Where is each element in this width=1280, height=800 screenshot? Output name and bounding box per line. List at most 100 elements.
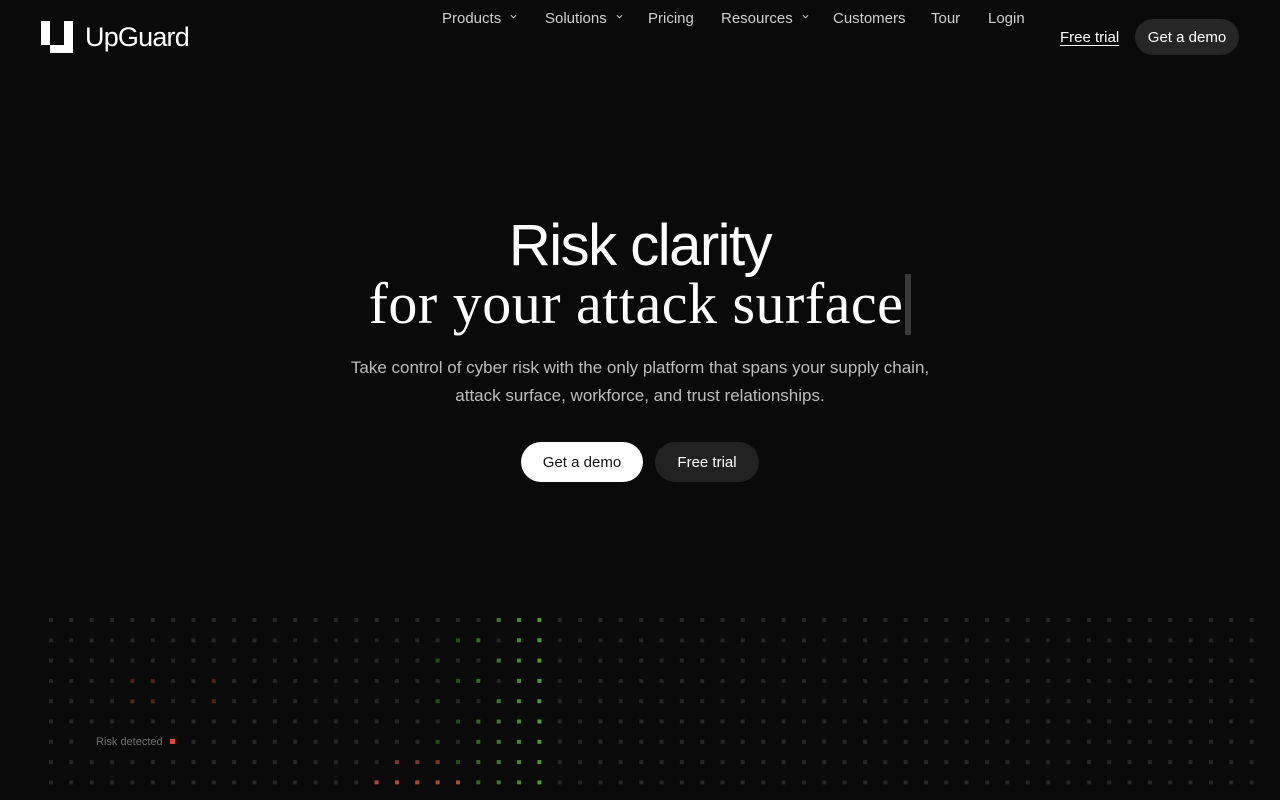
nav-free-trial-link[interactable]: Free trial xyxy=(1060,19,1119,55)
brand-logo[interactable]: UpGuard xyxy=(41,21,190,53)
grid-dot xyxy=(1025,780,1030,785)
grid-dot xyxy=(191,678,196,683)
grid-dot xyxy=(537,780,542,785)
grid-dot xyxy=(232,699,237,704)
grid-dot xyxy=(517,780,522,785)
grid-dot xyxy=(150,699,155,704)
grid-dot xyxy=(985,678,990,683)
grid-dot xyxy=(964,658,969,663)
grid-dot xyxy=(1208,678,1213,683)
grid-dot xyxy=(781,719,786,724)
grid-dot xyxy=(801,760,806,765)
grid-dot xyxy=(1086,658,1091,663)
grid-dot xyxy=(618,719,623,724)
grid-dot xyxy=(232,678,237,683)
hero-get-demo-button[interactable]: Get a demo xyxy=(521,442,643,482)
grid-dot xyxy=(1229,719,1234,724)
grid-dot xyxy=(1229,739,1234,744)
grid-dot xyxy=(333,678,338,683)
grid-dot xyxy=(883,618,888,622)
grid-dot xyxy=(924,760,929,765)
grid-dot xyxy=(1086,618,1091,622)
grid-dot xyxy=(1188,658,1193,663)
grid-dot xyxy=(639,760,644,765)
grid-dot xyxy=(659,658,664,663)
grid-dot xyxy=(517,618,522,622)
grid-dot xyxy=(313,618,318,622)
nav-item-tour[interactable]: Tour xyxy=(931,0,960,36)
grid-dot xyxy=(944,638,949,643)
grid-dot xyxy=(130,699,135,704)
grid-dot xyxy=(293,699,298,704)
nav-item-login[interactable]: Login xyxy=(988,0,1025,36)
grid-dot xyxy=(822,638,827,643)
grid-dot xyxy=(822,719,827,724)
grid-dot xyxy=(171,780,176,785)
grid-dot xyxy=(191,699,196,704)
grid-dot xyxy=(700,678,705,683)
grid-dot xyxy=(639,739,644,744)
grid-dot xyxy=(354,699,359,704)
grid-dot xyxy=(1147,760,1152,765)
grid-dot xyxy=(415,760,420,765)
nav-item-products[interactable]: Products xyxy=(442,0,517,36)
brand-name: UpGuard xyxy=(85,22,190,52)
grid-dot xyxy=(415,719,420,724)
grid-dot xyxy=(517,638,522,643)
grid-dot xyxy=(252,739,257,744)
grid-dot xyxy=(171,678,176,683)
grid-dot xyxy=(415,658,420,663)
nav-item-solutions[interactable]: Solutions xyxy=(545,0,623,36)
grid-dot xyxy=(272,678,277,683)
grid-dot xyxy=(272,618,277,622)
grid-dot xyxy=(1066,658,1071,663)
grid-dot xyxy=(863,638,867,643)
grid-dot xyxy=(578,719,583,724)
grid-dot xyxy=(618,780,623,785)
grid-dot xyxy=(924,699,929,704)
grid-dot xyxy=(883,699,888,704)
grid-dot xyxy=(1188,638,1193,643)
grid-dot xyxy=(1208,658,1213,663)
grid-dot xyxy=(1005,760,1010,765)
grid-dot xyxy=(354,658,359,663)
grid-dot xyxy=(394,618,399,622)
grid-dot xyxy=(1249,780,1254,785)
grid-dot xyxy=(476,658,481,663)
hero-free-trial-button[interactable]: Free trial xyxy=(655,442,759,482)
grid-dot xyxy=(578,618,583,622)
grid-dot xyxy=(232,638,237,643)
grid-dot xyxy=(476,760,481,765)
grid-dot xyxy=(476,699,481,704)
grid-dot xyxy=(272,739,277,744)
nav-item-resources[interactable]: Resources xyxy=(721,0,809,36)
grid-dot xyxy=(842,719,847,724)
nav-item-customers[interactable]: Customers xyxy=(833,0,906,36)
grid-dot xyxy=(293,719,298,724)
hero-subtitle-line: for your attack surface xyxy=(0,270,1280,338)
grid-dot xyxy=(130,658,135,663)
grid-dot xyxy=(252,699,257,704)
grid-dot xyxy=(1066,638,1071,643)
grid-dot xyxy=(944,719,949,724)
grid-dot xyxy=(985,719,990,724)
nav-item-pricing[interactable]: Pricing xyxy=(648,0,694,36)
grid-dot xyxy=(496,618,501,622)
nav-get-demo-button[interactable]: Get a demo xyxy=(1135,19,1239,55)
grid-dot xyxy=(496,699,501,704)
grid-dot xyxy=(232,658,237,663)
grid-dot xyxy=(679,739,684,744)
grid-dot xyxy=(578,699,583,704)
grid-dot xyxy=(333,739,338,744)
grid-dot xyxy=(1046,638,1051,643)
grid-dot xyxy=(740,618,745,622)
nav-item-label: Pricing xyxy=(648,9,694,27)
grid-dot xyxy=(1127,739,1132,744)
grid-dot xyxy=(842,638,847,643)
grid-dot xyxy=(69,760,74,765)
grid-dot xyxy=(924,618,929,622)
grid-dot xyxy=(49,739,53,744)
grid-dot xyxy=(1249,658,1254,663)
grid-dot xyxy=(1127,678,1132,683)
grid-dot xyxy=(781,780,786,785)
